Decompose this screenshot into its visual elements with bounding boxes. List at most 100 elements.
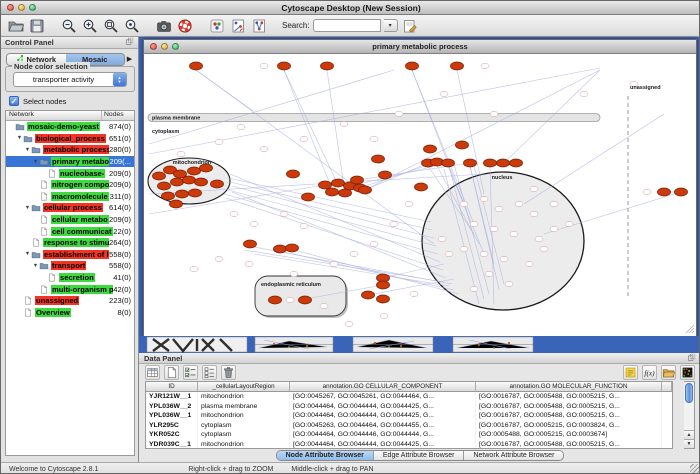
node-selected[interactable] (195, 178, 208, 186)
node-unselected[interactable] (260, 63, 268, 68)
canvas-resize-grip[interactable] (692, 331, 694, 333)
node-unselected[interactable] (177, 151, 185, 156)
tree-row-nucleobase-[interactable]: nucleobase-209(0) (6, 167, 134, 179)
node-selected[interactable] (211, 180, 224, 188)
node-unselected[interactable] (330, 261, 338, 266)
tree-row-transport[interactable]: ▼transport558(0) (6, 260, 134, 272)
node-unselected[interactable] (535, 236, 543, 241)
node-unselected[interactable] (438, 236, 446, 241)
table-row[interactable]: YLR295Ccytoplasm[GO:0045263, GO:0044464,… (146, 421, 672, 431)
zoom-selected-icon[interactable] (123, 17, 141, 35)
tree-row-macromolecule[interactable]: macromolecule311(0) (6, 191, 134, 203)
node-unselected[interactable] (550, 201, 558, 206)
zoom-in-icon[interactable] (81, 17, 99, 35)
disclosure-triangle-icon[interactable]: ▼ (32, 159, 39, 165)
tree-row-cell-communicat[interactable]: cell communicat22(0) (6, 225, 134, 237)
disclosure-triangle-icon[interactable]: ▼ (32, 263, 39, 269)
node-selected[interactable] (158, 182, 171, 190)
open-file-icon[interactable] (7, 17, 25, 35)
node-unselected[interactable] (245, 261, 253, 266)
node-selected[interactable] (153, 172, 166, 180)
delete-attribute-icon[interactable] (221, 365, 236, 380)
node-unselected[interactable] (260, 146, 268, 151)
node-selected[interactable] (190, 62, 203, 70)
column-header-2[interactable]: annotation.GO CELLULAR_COMPONENT (290, 382, 476, 392)
node-selected[interactable] (321, 62, 334, 70)
node-unselected[interactable] (480, 251, 488, 256)
column-header-3[interactable]: annotation.GO MOLECULAR_FUNCTION (476, 382, 662, 392)
node-unselected[interactable] (490, 111, 498, 116)
node-unselected[interactable] (445, 251, 453, 256)
import-note-icon[interactable] (623, 365, 638, 380)
node-selected[interactable] (162, 192, 175, 200)
table-row[interactable]: YDR039C__1mitochondrion[GO:0044464, GO:0… (146, 440, 672, 449)
node-selected[interactable] (451, 62, 464, 70)
node-unselected[interactable] (540, 246, 548, 251)
node-unselected[interactable] (410, 291, 418, 296)
vizmapper-icon[interactable] (208, 17, 226, 35)
float-panel-icon[interactable] (125, 37, 134, 48)
float-panel-icon[interactable] (687, 353, 696, 364)
node-selected[interactable] (171, 178, 184, 186)
node-unselected[interactable] (286, 297, 294, 302)
node-selected[interactable] (269, 296, 282, 304)
node-selected[interactable] (189, 189, 202, 197)
node-selected[interactable] (377, 295, 390, 303)
node-unselected[interactable] (350, 251, 358, 256)
zoom-fit-icon[interactable] (102, 17, 120, 35)
node-unselected[interactable] (460, 201, 468, 206)
edge[interactable] (228, 190, 436, 246)
disclosure-triangle-icon[interactable]: ▼ (24, 251, 31, 257)
node-unselected[interactable] (190, 266, 198, 271)
background-windows-strip[interactable] (139, 336, 700, 353)
node-selected[interactable] (415, 183, 428, 191)
node-unselected[interactable] (390, 221, 398, 226)
tree-row-secretion[interactable]: secretion41(0) (6, 272, 134, 284)
disclosure-triangle-icon[interactable]: ▼ (24, 147, 31, 153)
node-selected[interactable] (339, 189, 352, 197)
edge[interactable] (226, 198, 443, 270)
node-unselected[interactable] (395, 111, 403, 116)
node-selected[interactable] (372, 155, 385, 163)
node-selected[interactable] (379, 171, 392, 179)
tree-column-nodes[interactable]: Nodes (102, 111, 134, 120)
tree-row-cellular-metabo[interactable]: cellular metabo209(0) (6, 214, 134, 226)
node-unselected[interactable] (490, 226, 498, 231)
attribute-table-icon[interactable] (145, 365, 160, 380)
node-selected[interactable] (274, 245, 287, 253)
node-unselected[interactable] (280, 211, 288, 216)
tree-column-network[interactable]: Network (6, 111, 102, 120)
node-unselected[interactable] (380, 313, 388, 318)
node-unselected[interactable] (320, 303, 328, 308)
node-unselected[interactable] (405, 201, 413, 206)
node-unselected[interactable] (515, 201, 523, 206)
node-unselected[interactable] (505, 281, 513, 286)
edge[interactable] (284, 70, 339, 187)
node-selected[interactable] (497, 159, 510, 167)
edge[interactable] (365, 70, 600, 190)
node-unselected[interactable] (470, 221, 478, 226)
node-selected[interactable] (278, 62, 291, 70)
node-selected[interactable] (170, 200, 183, 208)
window-resize-grip[interactable] (690, 464, 700, 474)
select-attributes-icon[interactable] (183, 365, 198, 380)
node-selected[interactable] (406, 62, 419, 70)
disclosure-triangle-icon[interactable]: ▼ (16, 135, 23, 141)
node-selected[interactable] (176, 190, 189, 198)
layout-edges-icon[interactable] (250, 17, 268, 35)
annotation-icon[interactable] (401, 17, 419, 35)
table-row[interactable]: YPL036W__2plasma membrane[GO:0044464, GO… (146, 402, 672, 412)
scroll-down-button[interactable]: ▼ (684, 439, 694, 448)
node-unselected[interactable] (525, 261, 533, 266)
tab-network-attribute-browser[interactable]: Network Attribute Browser (464, 451, 563, 460)
node-unselected[interactable] (290, 271, 298, 276)
node-unselected[interactable] (565, 221, 573, 226)
node-selected[interactable] (377, 281, 390, 289)
node-unselected[interactable] (530, 211, 538, 216)
layout-nodes-icon[interactable] (229, 17, 247, 35)
select-nodes-checkbox[interactable]: ✓ (9, 96, 19, 106)
network-canvas[interactable]: plasma membranecytoplasmmitochondrionnuc… (144, 54, 696, 335)
node-unselected[interactable] (370, 136, 378, 141)
tree-row-biological-process[interactable]: ▼biological_process651(0) (6, 133, 134, 145)
hidden-window-previews[interactable] (255, 337, 533, 352)
